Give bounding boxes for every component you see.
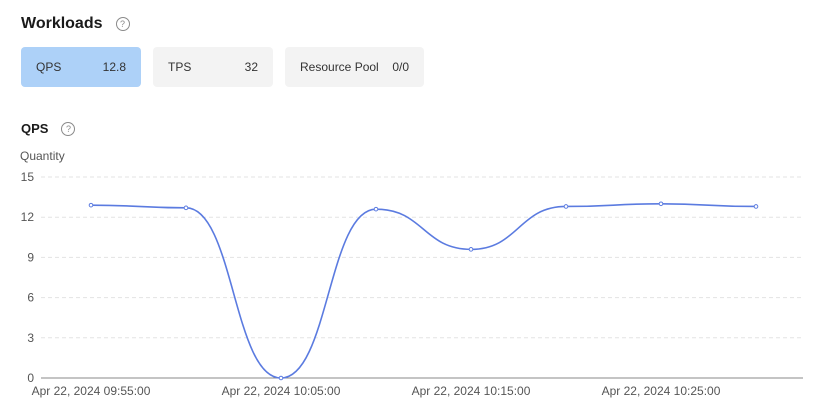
y-axis-label: Quantity bbox=[20, 149, 65, 163]
chart-header: QPS ? bbox=[21, 121, 76, 136]
data-point bbox=[183, 205, 189, 211]
y-tick-label: 3 bbox=[27, 331, 34, 345]
question-circle-icon[interactable]: ? bbox=[61, 121, 76, 136]
y-tick-label: 9 bbox=[27, 250, 34, 264]
y-tick-label: 0 bbox=[27, 371, 34, 385]
metric-card-resource-pool[interactable]: Resource Pool 0/0 bbox=[285, 47, 424, 87]
x-tick-label: Apr 22, 2024 10:05:00 bbox=[222, 384, 341, 398]
qps-line-chart: Quantity 0 3 6 9 12 15 Apr 22, 2024 09:55:00 Apr… bbox=[20, 149, 803, 398]
data-point bbox=[278, 375, 284, 381]
data-point bbox=[753, 204, 759, 209]
metric-card-label: Resource Pool bbox=[300, 60, 379, 74]
metric-card-value: 0/0 bbox=[392, 60, 409, 74]
y-tick-label: 15 bbox=[21, 170, 35, 184]
data-point bbox=[88, 202, 94, 208]
page-title: Workloads bbox=[21, 15, 103, 32]
series-line bbox=[90, 202, 757, 379]
workloads-header: Workloads ? bbox=[21, 15, 130, 33]
metric-card-label: QPS bbox=[36, 60, 62, 74]
y-tick-label: 6 bbox=[27, 291, 34, 305]
metric-card-value: 32 bbox=[244, 60, 258, 74]
data-point bbox=[468, 247, 474, 252]
data-point bbox=[373, 206, 379, 212]
metric-card-value: 12.8 bbox=[102, 60, 126, 74]
x-tick-label: Apr 22, 2024 09:55:00 bbox=[32, 384, 151, 398]
y-tick-label: 12 bbox=[21, 210, 35, 224]
metric-card-tps[interactable]: TPS 32 bbox=[153, 47, 273, 87]
chart-title: QPS bbox=[21, 121, 49, 136]
metric-card-label: TPS bbox=[168, 60, 192, 74]
metric-cards: QPS 12.8 TPS 32 Resource Pool 0/0 bbox=[21, 47, 424, 87]
data-point bbox=[658, 201, 664, 207]
metric-card-qps[interactable]: QPS 12.8 bbox=[21, 47, 141, 87]
x-tick-label: Apr 22, 2024 10:25:00 bbox=[602, 384, 721, 398]
x-tick-label: Apr 22, 2024 10:15:00 bbox=[412, 384, 531, 398]
data-point bbox=[563, 204, 569, 209]
question-circle-icon[interactable]: ? bbox=[115, 17, 130, 31]
